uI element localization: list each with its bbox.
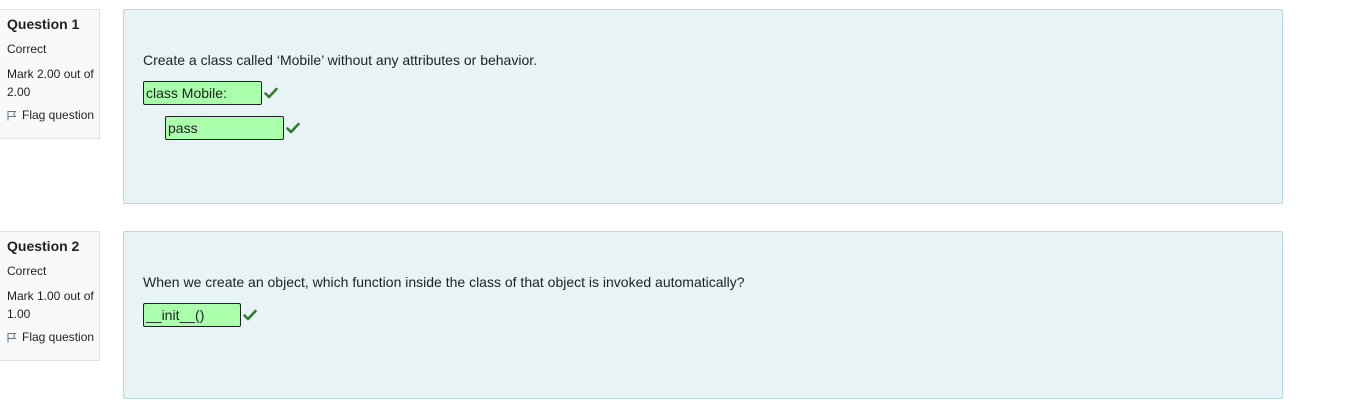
question-number: Question 2: [7, 238, 80, 254]
answer-row: __init__(): [143, 303, 257, 327]
question-number: Question 1: [7, 16, 80, 32]
answer-input[interactable]: __init__(): [143, 303, 241, 327]
flag-icon: [7, 110, 17, 120]
answer-row: pass: [165, 116, 300, 140]
question-state: Correct: [7, 42, 47, 56]
question-info: Question 2 Correct Mark 1.00 out of 1.00…: [0, 231, 100, 361]
answer-input[interactable]: class Mobile:: [143, 81, 262, 105]
question-grade: Mark 2.00 out of 2.00: [7, 67, 94, 99]
flag-question-label: Flag question: [22, 108, 95, 122]
answer-input[interactable]: pass: [165, 116, 284, 140]
flag-question-link[interactable]: Flag question: [7, 329, 99, 345]
check-icon: [286, 122, 300, 134]
question-info: Question 1 Correct Mark 2.00 out of 2.00…: [0, 9, 100, 139]
flag-question-link[interactable]: Flag question: [7, 107, 99, 123]
question-text: When we create an object, which function…: [143, 274, 745, 290]
question-text: Create a class called ‘Mobile’ without a…: [143, 52, 538, 68]
question-state: Correct: [7, 264, 47, 278]
check-icon: [264, 87, 278, 99]
answer-row: class Mobile:: [143, 81, 278, 105]
question-content: Create a class called ‘Mobile’ without a…: [123, 9, 1283, 204]
flag-icon: [7, 332, 17, 342]
question-1: Question 1 Correct Mark 2.00 out of 2.00…: [0, 9, 1356, 204]
question-content: When we create an object, which function…: [123, 231, 1283, 399]
question-2: Question 2 Correct Mark 1.00 out of 1.00…: [0, 231, 1356, 399]
check-icon: [243, 309, 257, 321]
flag-question-label: Flag question: [22, 330, 95, 344]
question-grade: Mark 1.00 out of 1.00: [7, 289, 94, 321]
